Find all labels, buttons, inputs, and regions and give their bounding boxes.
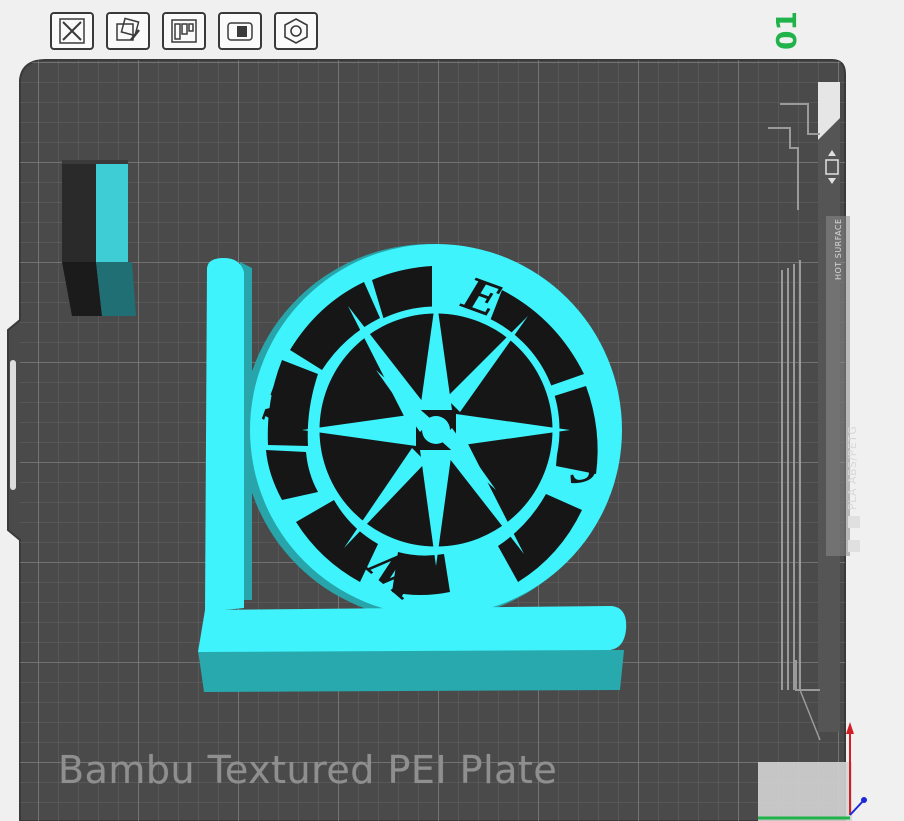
plate-type-label: Bambu Textured PEI Plate <box>58 748 558 792</box>
hot-surface-label: HOT SURFACE <box>834 218 843 280</box>
prime-tower[interactable] <box>62 160 136 316</box>
build-plate-viewport[interactable]: E N S W <box>0 0 904 821</box>
filament-compat-label: PLA ABS/PETG <box>846 425 859 510</box>
